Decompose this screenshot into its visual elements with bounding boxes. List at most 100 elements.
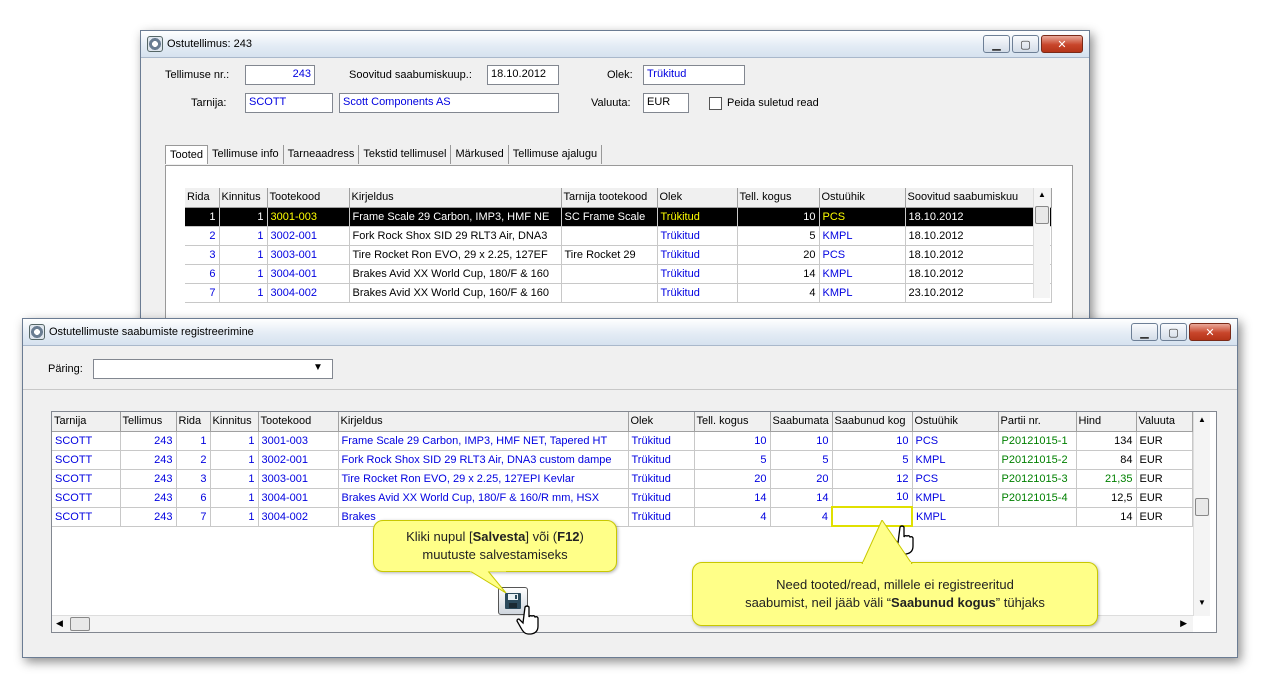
column-header[interactable]: Rida [185, 188, 220, 208]
table-row[interactable]: 3 1 3003-001 Tire Rocket Ron EVO, 29 x 2… [185, 245, 1052, 265]
tab-ajalugu[interactable]: Tellimuse ajalugu [509, 145, 603, 164]
column-header[interactable]: Olek [628, 412, 695, 432]
column-header[interactable]: Hind [1076, 412, 1137, 432]
order-table-scrollbar[interactable]: ▲ [1033, 188, 1050, 298]
column-header[interactable]: Kinnitus [219, 188, 268, 208]
scroll-up-icon[interactable]: ▲ [1198, 415, 1206, 424]
scroll-thumb[interactable] [1195, 498, 1209, 516]
table-row[interactable]: SCOTT 243 7 1 3004-002 Brakes Trükitud 4… [52, 506, 1193, 527]
cell: 10 [737, 207, 820, 227]
column-header[interactable]: Tellimus [120, 412, 177, 432]
close-button[interactable]: ✕ [1041, 35, 1083, 53]
hide-closed-checkbox[interactable] [709, 97, 722, 110]
batch-cell[interactable]: P20121015-2 [998, 450, 1077, 470]
column-header[interactable]: Saabumata [770, 412, 833, 432]
tab-tekstid[interactable]: Tekstid tellimusel [359, 145, 452, 164]
cell: 1 [219, 283, 268, 303]
scroll-thumb[interactable] [70, 617, 90, 631]
scroll-thumb[interactable] [1035, 206, 1049, 224]
currency-field[interactable]: EUR [643, 93, 689, 113]
tab-markused[interactable]: Märkused [451, 145, 509, 164]
cell: 1 [219, 207, 268, 227]
column-header[interactable]: Tarnija [52, 412, 121, 432]
maximize-button[interactable]: ▢ [1012, 35, 1039, 53]
batch-cell[interactable]: P20121015-3 [998, 469, 1077, 489]
cell: 1 [210, 488, 259, 508]
batch-cell[interactable]: P20121015-1 [998, 431, 1077, 451]
arrival-date-field[interactable]: 18.10.2012 [487, 65, 559, 85]
column-header[interactable]: Saabunud kog [832, 412, 913, 432]
currency-label: Valuuta: [591, 97, 631, 109]
received-qty-cell[interactable]: 12 [832, 469, 913, 489]
table-row[interactable]: SCOTT 243 6 1 3004-001 Brakes Avid XX Wo… [52, 488, 1193, 508]
query-select[interactable] [93, 359, 333, 379]
close-button[interactable]: ✕ [1189, 323, 1231, 341]
column-header[interactable]: Partii nr. [998, 412, 1077, 432]
supplier-name-field[interactable]: Scott Components AS [339, 93, 559, 113]
received-qty-cell[interactable]: 10 [832, 488, 913, 508]
cell: Trükitud [628, 507, 695, 527]
hide-closed-label: Peida suletud read [727, 97, 819, 109]
scroll-right-icon[interactable]: ▶ [1180, 618, 1187, 629]
cell: 21,35 [1076, 469, 1137, 489]
scroll-up-icon[interactable]: ▲ [1038, 190, 1046, 199]
tab-tellimuse-info[interactable]: Tellimuse info [208, 145, 284, 164]
cell: 7 [176, 507, 211, 527]
cell: 3 [185, 245, 220, 265]
column-header[interactable]: Tell. kogus [737, 188, 820, 208]
cell: KMPL [912, 507, 999, 527]
app-icon [147, 36, 163, 52]
cell: Tire Rocket Ron EVO, 29 x 2.25, 127EPI K… [338, 469, 629, 489]
minimize-button[interactable]: ▁ [1131, 323, 1158, 341]
column-header[interactable]: Soovitud saabumiskuu [905, 188, 1052, 208]
arrival-date-label: Soovitud saabumiskuup.: [349, 69, 472, 81]
batch-cell[interactable] [998, 507, 1077, 527]
received-qty-cell[interactable]: 10 [832, 431, 913, 451]
tab-tarneaadress[interactable]: Tarneaadress [284, 145, 360, 164]
batch-cell[interactable]: P20121015-4 [998, 488, 1077, 508]
arrivals-vertical-scrollbar[interactable]: ▲ ▼ [1193, 412, 1210, 616]
table-row[interactable]: SCOTT 243 2 1 3002-001 Fork Rock Shox SI… [52, 450, 1193, 470]
table-row[interactable]: 1 1 3001-003 Frame Scale 29 Carbon, IMP3… [185, 207, 1052, 227]
column-header[interactable]: Tell. kogus [694, 412, 771, 432]
column-header[interactable]: Kirjeldus [338, 412, 629, 432]
column-header[interactable]: Rida [176, 412, 211, 432]
scroll-down-icon[interactable]: ▼ [1198, 598, 1206, 607]
column-header[interactable]: Kirjeldus [349, 188, 562, 208]
cell: 243 [120, 431, 177, 451]
cell: 243 [120, 488, 177, 508]
table-row[interactable]: 7 1 3004-002 Brakes Avid XX World Cup, 1… [185, 283, 1052, 303]
table-row[interactable]: SCOTT 243 3 1 3003-001 Tire Rocket Ron E… [52, 469, 1193, 489]
cell: 1 [176, 431, 211, 451]
order-no-field[interactable]: 243 [245, 65, 315, 85]
column-header[interactable]: Ostuühik [819, 188, 906, 208]
table-row[interactable]: 2 1 3002-001 Fork Rock Shox SID 29 RLT3 … [185, 226, 1052, 246]
tab-tooted[interactable]: Tooted [165, 145, 209, 164]
table-row[interactable]: SCOTT 243 1 1 3001-003 Frame Scale 29 Ca… [52, 431, 1193, 451]
received-qty-cell[interactable]: 5 [832, 450, 913, 470]
column-header[interactable]: Tarnija tootekood [561, 188, 658, 208]
cell: SCOTT [52, 469, 121, 489]
column-header[interactable]: Olek [657, 188, 738, 208]
supplier-code-field[interactable]: SCOTT [245, 93, 333, 113]
cell: 243 [120, 469, 177, 489]
column-header[interactable]: Valuuta [1136, 412, 1193, 432]
column-header[interactable]: Kinnitus [210, 412, 259, 432]
cell: 14 [1076, 507, 1137, 527]
cell: 3004-001 [267, 264, 350, 284]
callout-text: ” tühjaks [995, 595, 1045, 610]
status-field[interactable]: Trükitud [643, 65, 745, 85]
minimize-button[interactable]: ▁ [983, 35, 1010, 53]
maximize-button[interactable]: ▢ [1160, 323, 1187, 341]
column-header[interactable]: Tootekood [267, 188, 350, 208]
table-row[interactable]: 6 1 3004-001 Brakes Avid XX World Cup, 1… [185, 264, 1052, 284]
chevron-down-icon[interactable]: ▼ [313, 362, 323, 373]
column-header[interactable]: Tootekood [258, 412, 339, 432]
app-icon [29, 324, 45, 340]
scroll-left-icon[interactable]: ◀ [56, 618, 63, 629]
column-header[interactable]: Ostuühik [912, 412, 999, 432]
divider [23, 389, 1237, 390]
window-title: Ostutellimuste saabumiste registreerimin… [49, 326, 254, 338]
cell: PCS [819, 207, 906, 227]
cell: PCS [819, 245, 906, 265]
